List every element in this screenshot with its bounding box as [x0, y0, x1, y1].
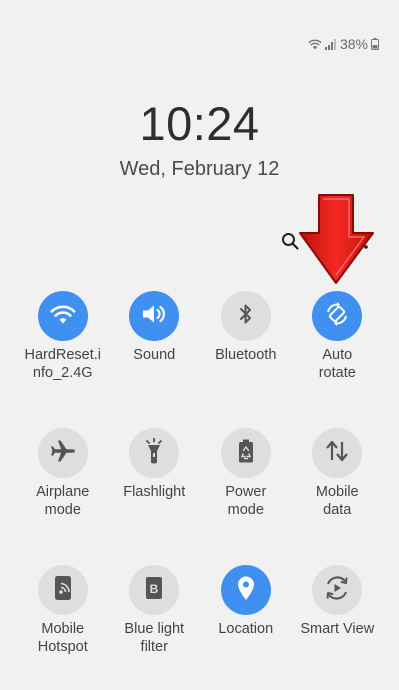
bluetooth-tile[interactable]: Bluetooth: [200, 291, 292, 428]
battery-icon: [371, 38, 379, 50]
auto-rotate-icon: [324, 301, 350, 332]
wifi-icon: [308, 39, 322, 50]
flashlight-toggle[interactable]: [129, 428, 180, 478]
blue-light-filter-tile[interactable]: B Blue light filter: [109, 565, 201, 690]
quick-settings-screen: 38% 10:24 Wed, February 12 HardReset.i n…: [0, 0, 399, 690]
mobile-hotspot-tile[interactable]: Mobile Hotspot: [17, 565, 109, 690]
power-mode-tile[interactable]: Power mode: [200, 428, 292, 565]
blue-light-filter-icon: B: [145, 576, 163, 605]
mobile-data-toggle[interactable]: [312, 428, 363, 478]
power-mode-label: Power mode: [225, 484, 267, 518]
wifi-toggle[interactable]: [37, 291, 88, 341]
flashlight-icon: [144, 437, 164, 469]
battery-percent: 38%: [339, 36, 368, 52]
airplane-icon: [50, 439, 76, 468]
flashlight-label: Flashlight: [123, 484, 186, 500]
airplane-mode-label: Airplane mode: [36, 484, 90, 518]
location-toggle[interactable]: [220, 565, 271, 615]
sound-tile[interactable]: Sound: [109, 291, 201, 428]
mobile-data-label: Mobile data: [315, 484, 359, 518]
clock-date: Wed, February 12: [119, 158, 280, 180]
location-icon: [236, 575, 256, 606]
airplane-mode-tile[interactable]: Airplane mode: [17, 428, 109, 565]
power-mode-toggle[interactable]: [220, 428, 271, 478]
mobile-hotspot-toggle[interactable]: [37, 565, 88, 615]
bluetooth-icon: [238, 303, 254, 330]
blue-light-filter-label: Blue light filter: [124, 621, 185, 655]
status-bar: 38%: [308, 36, 379, 52]
search-icon[interactable]: [279, 230, 301, 252]
hotspot-icon: [53, 575, 73, 606]
bluetooth-toggle[interactable]: [220, 291, 271, 341]
bluetooth-label: Bluetooth: [215, 347, 277, 363]
signal-icon: [324, 38, 337, 50]
smart-view-toggle[interactable]: [312, 565, 363, 615]
location-tile[interactable]: Location: [200, 565, 292, 690]
quick-settings-grid: HardReset.i nfo_2.4G Sound Bluetooth Aut…: [17, 291, 383, 690]
wifi-icon: [50, 303, 76, 330]
quick-panel-actions: [279, 230, 377, 252]
blue-light-filter-toggle[interactable]: B: [129, 565, 180, 615]
mobile-data-icon: [325, 440, 349, 467]
power-mode-icon: [238, 439, 254, 468]
clock-time: 10:24: [139, 97, 260, 150]
volume-icon: [141, 303, 167, 330]
sound-label: Sound: [133, 347, 176, 363]
more-options-icon[interactable]: [355, 230, 377, 252]
flashlight-tile[interactable]: Flashlight: [109, 428, 201, 565]
wifi-tile[interactable]: HardReset.i nfo_2.4G: [17, 291, 109, 428]
smart-view-label: Smart View: [300, 621, 375, 637]
mobile-data-tile[interactable]: Mobile data: [292, 428, 384, 565]
sound-toggle[interactable]: [129, 291, 180, 341]
auto-rotate-tile[interactable]: Auto rotate: [292, 291, 384, 428]
location-label: Location: [218, 621, 274, 637]
svg-text:B: B: [150, 582, 159, 596]
auto-rotate-toggle[interactable]: [312, 291, 363, 341]
wifi-label: HardReset.i nfo_2.4G: [24, 347, 102, 381]
mobile-hotspot-label: Mobile Hotspot: [37, 621, 88, 655]
smart-view-tile[interactable]: Smart View: [292, 565, 384, 690]
auto-rotate-label: Auto rotate: [318, 347, 356, 381]
airplane-mode-toggle[interactable]: [37, 428, 88, 478]
smart-view-icon: [324, 575, 350, 606]
